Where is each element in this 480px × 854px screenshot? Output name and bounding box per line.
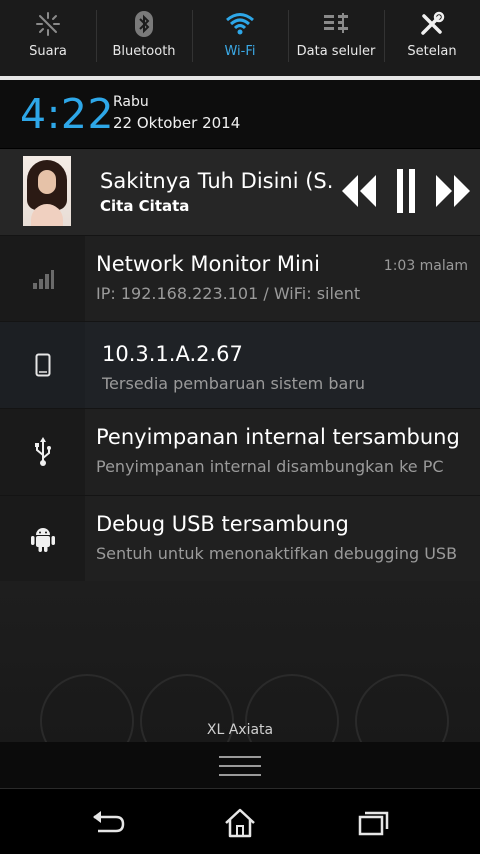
carrier-label: XL Axiata	[206, 722, 274, 738]
back-button[interactable]	[90, 808, 126, 838]
quick-setting-wifi[interactable]: Wi-Fi	[192, 0, 288, 76]
usb-icon	[0, 409, 85, 495]
wifi-icon	[225, 10, 255, 38]
quick-setting-mobile-data[interactable]: Data seluler	[288, 0, 384, 76]
quick-setting-sound[interactable]: Suara	[0, 0, 96, 76]
notification-time: 1:03 malam	[383, 258, 468, 274]
clock-time: 4:22	[20, 90, 115, 138]
notification-subtitle: IP: 192.168.223.101 / WiFi: silent	[96, 284, 361, 303]
quick-setting-label: Suara	[29, 44, 67, 59]
album-art	[23, 156, 71, 226]
media-title: Sakitnya Tuh Disini (S...	[100, 169, 332, 193]
settings-tools-icon	[417, 10, 447, 38]
quick-setting-label: Bluetooth	[112, 44, 176, 59]
notification-subtitle: Sentuh untuk menonaktifkan debugging USB	[96, 544, 458, 563]
android-icon	[0, 496, 85, 581]
quick-setting-settings[interactable]: Setelan	[384, 0, 480, 76]
mobile-data-icon	[321, 10, 351, 38]
notification-title: 10.3.1.A.2.67	[102, 342, 243, 366]
clock-header[interactable]: 4:22 Rabu 22 Oktober 2014	[0, 80, 480, 148]
notification-subtitle: Tersedia pembaruan sistem baru	[102, 374, 366, 393]
notification-title: Penyimpanan internal tersambung	[96, 425, 460, 449]
media-notification[interactable]: Sakitnya Tuh Disini (S... Cita Citata	[0, 149, 480, 235]
home-button[interactable]	[222, 808, 258, 838]
notification-system-update[interactable]: 10.3.1.A.2.67 Tersedia pembaruan sistem …	[0, 321, 480, 408]
clock-date: 22 Oktober 2014	[113, 114, 241, 132]
quick-setting-label: Setelan	[407, 44, 457, 59]
previous-button[interactable]	[340, 169, 380, 213]
quick-setting-label: Data seluler	[296, 44, 376, 59]
notification-usb-storage[interactable]: Penyimpanan internal tersambung Penyimpa…	[0, 408, 480, 495]
notification-network-monitor[interactable]: Network Monitor Mini IP: 192.168.223.101…	[0, 235, 480, 321]
drag-handle-icon	[219, 756, 261, 783]
notification-title: Debug USB tersambung	[96, 512, 349, 536]
quick-setting-label: Wi-Fi	[224, 44, 256, 59]
phone-update-icon	[0, 322, 85, 408]
next-button[interactable]	[432, 169, 472, 213]
notification-subtitle: Penyimpanan internal disambungkan ke PC	[96, 457, 444, 476]
media-artist: Cita Citata	[100, 197, 190, 215]
notification-title: Network Monitor Mini	[96, 252, 320, 276]
sound-off-icon	[33, 10, 63, 38]
bluetooth-icon	[129, 10, 159, 38]
pause-button[interactable]	[386, 169, 426, 213]
quick-settings-bar: Suara Bluetooth Wi-Fi Data seluler Setel…	[0, 0, 480, 76]
quick-setting-bluetooth[interactable]: Bluetooth	[96, 0, 192, 76]
signal-bars-icon	[0, 236, 85, 321]
notification-usb-debug[interactable]: Debug USB tersambung Sentuh untuk menona…	[0, 495, 480, 581]
clock-day: Rabu	[113, 94, 149, 110]
recent-apps-button[interactable]	[356, 808, 392, 838]
